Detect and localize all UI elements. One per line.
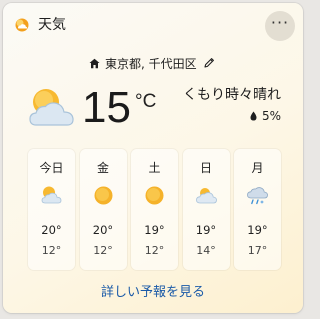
precipitation: 5% bbox=[250, 108, 281, 124]
temperature-unit[interactable]: °C bbox=[135, 91, 156, 113]
see-full-forecast-link[interactable]: 詳しい予報を見る bbox=[3, 285, 303, 301]
low-temp: 14° bbox=[196, 244, 216, 257]
more-options-button[interactable]: ··· bbox=[265, 11, 295, 41]
precipitation-value: 5% bbox=[261, 109, 281, 123]
partly-sunny-icon bbox=[29, 89, 74, 126]
more-options-icon: ··· bbox=[270, 13, 290, 32]
high-temp: 19° bbox=[195, 223, 217, 237]
sunny-icon bbox=[94, 186, 112, 205]
current-condition: くもり時々晴れ bbox=[183, 87, 281, 103]
forecast-day[interactable]: 土 19° 12° bbox=[131, 149, 178, 270]
day-name: 今日 bbox=[39, 161, 64, 175]
forecast-day[interactable]: 金 20° 12° bbox=[79, 149, 127, 270]
location[interactable]: 東京都, 千代田区 bbox=[89, 55, 215, 71]
high-temp: 19° bbox=[144, 223, 165, 237]
forecast-day[interactable]: 月 19° 17° bbox=[234, 149, 281, 270]
day-name: 土 bbox=[148, 161, 161, 175]
weather-widget: 天気 ··· 東京都, 千代田区 15 °C くもり時々晴れ 5% 今日 20°… bbox=[3, 3, 303, 313]
day-name: 金 bbox=[96, 161, 109, 175]
low-temp: 12° bbox=[93, 244, 113, 257]
widget-title: 天気 bbox=[38, 17, 66, 33]
forecast-day[interactable]: 今日 20° 12° bbox=[28, 149, 75, 270]
forecast-day[interactable]: 日 19° 14° bbox=[182, 149, 230, 270]
low-temp: 12° bbox=[41, 244, 62, 257]
day-name: 月 bbox=[251, 161, 264, 175]
day-name: 日 bbox=[199, 161, 212, 175]
raindrop-icon bbox=[250, 111, 257, 121]
sunny-icon bbox=[145, 186, 164, 205]
low-temp: 12° bbox=[144, 244, 165, 257]
current-temperature: 15 bbox=[82, 83, 131, 132]
weather-app-icon bbox=[15, 18, 29, 32]
partly-sunny-icon bbox=[41, 186, 62, 204]
low-temp: 17° bbox=[247, 244, 268, 257]
cloudy-sleet-icon bbox=[247, 187, 268, 205]
home-icon bbox=[89, 58, 100, 68]
partly-cloudy-icon bbox=[195, 188, 217, 204]
high-temp: 20° bbox=[41, 223, 62, 237]
high-temp: 19° bbox=[247, 223, 268, 237]
high-temp: 20° bbox=[92, 223, 114, 237]
daily-forecast: 今日 20° 12° 金 20° 12° 土 19° 12° 日 19° 14°… bbox=[28, 149, 281, 270]
edit-location-icon[interactable] bbox=[203, 57, 215, 69]
location-name: 東京都, 千代田区 bbox=[105, 56, 197, 71]
